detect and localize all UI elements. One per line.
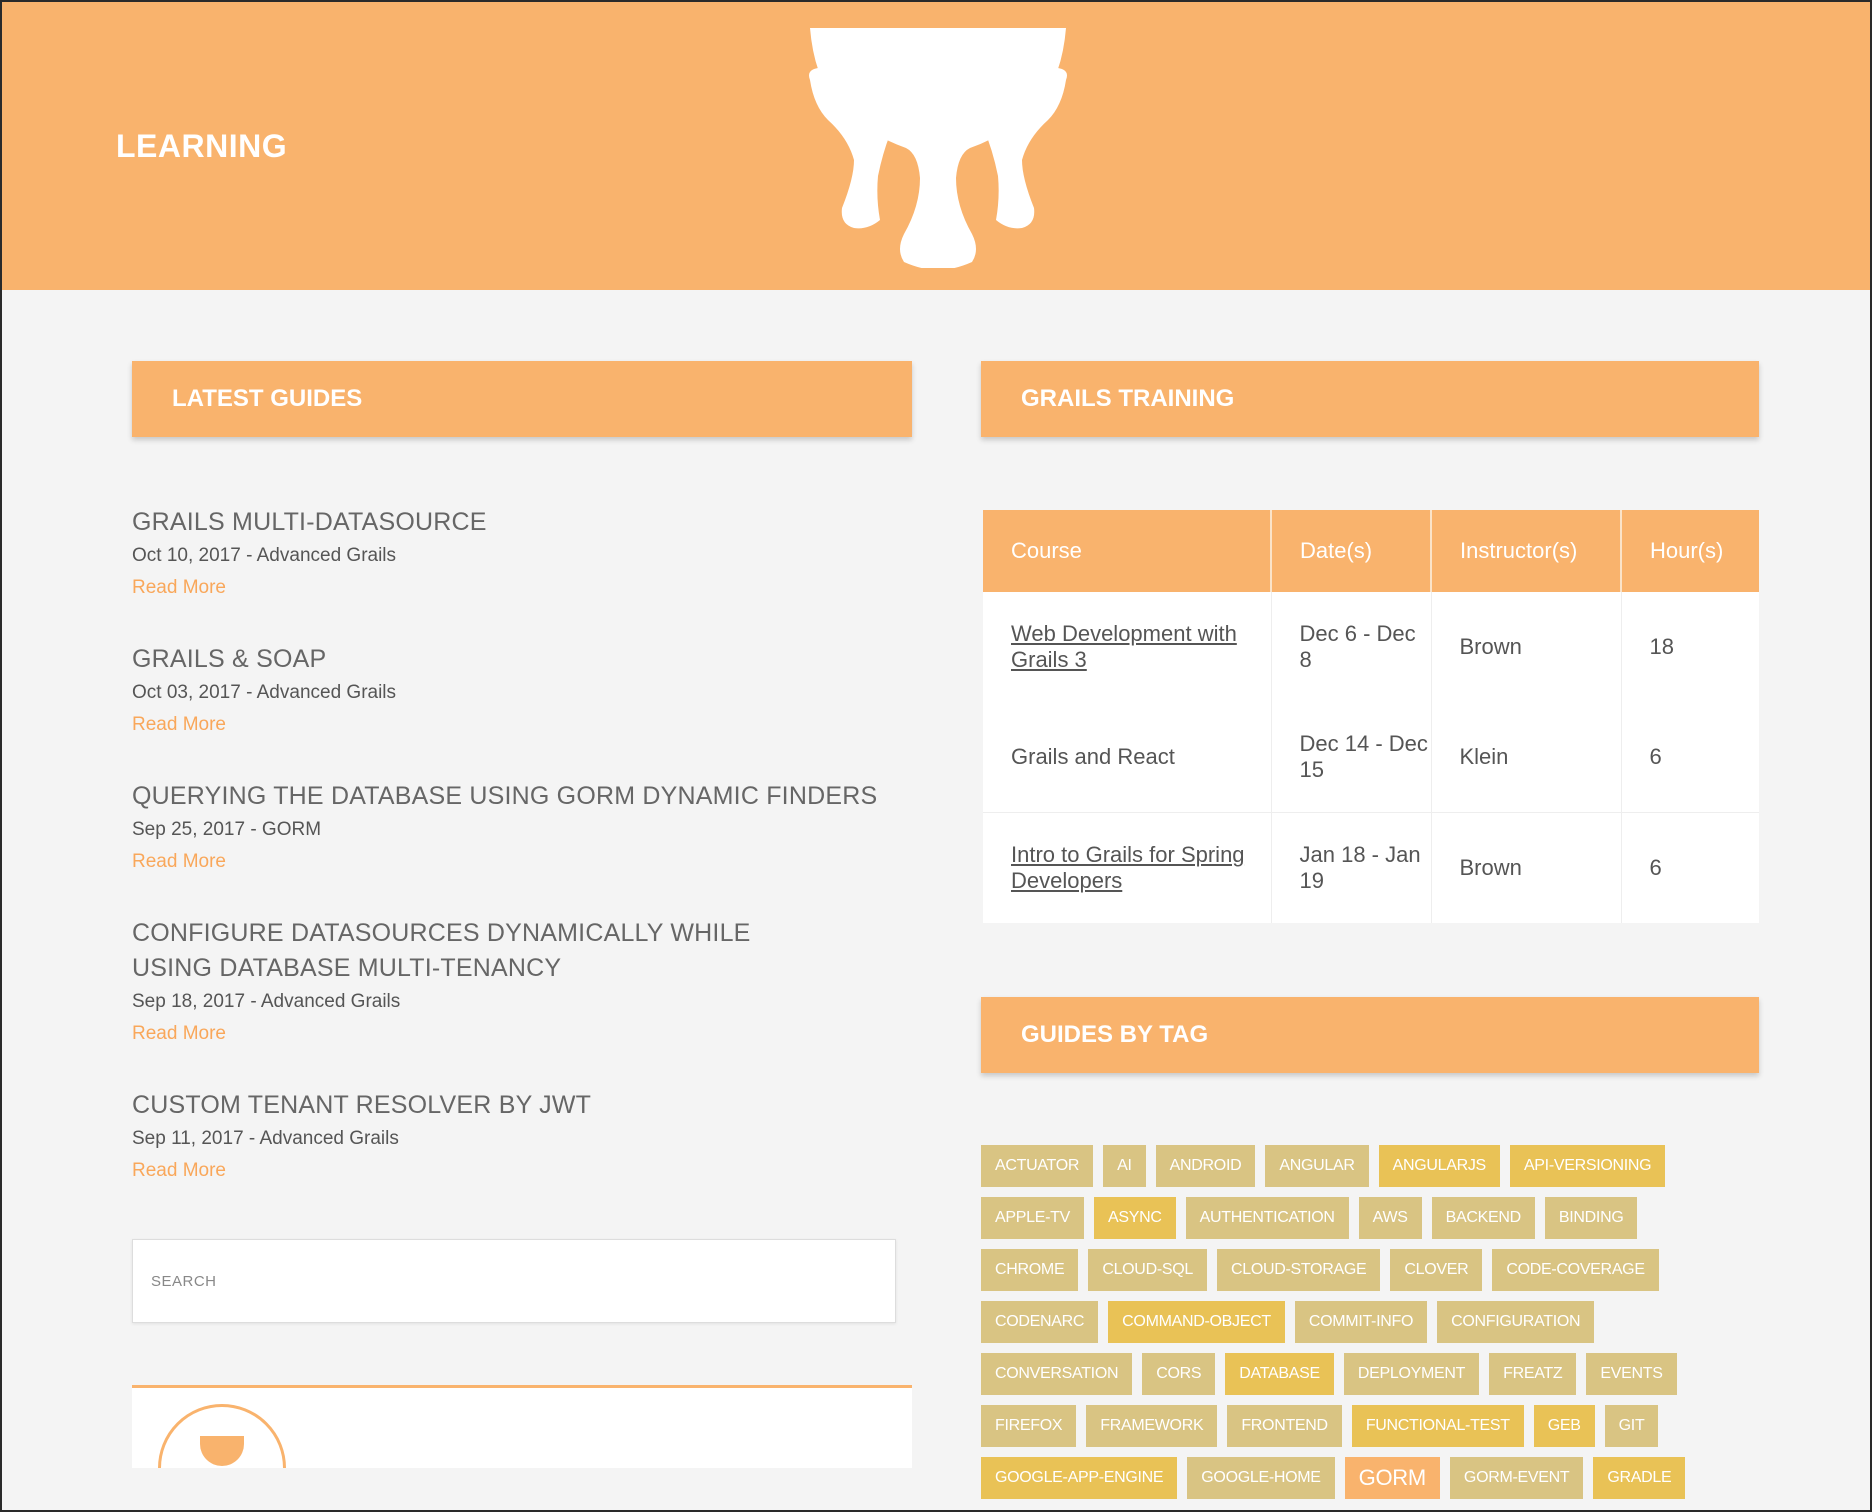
tag-authentication[interactable]: AUTHENTICATION <box>1185 1197 1349 1239</box>
instructor-cell: Klein <box>1431 702 1622 813</box>
table-row: Web Development with Grails 3 Dec 6 - De… <box>983 592 1759 702</box>
tag-git[interactable]: GIT <box>1604 1405 1659 1447</box>
read-more-link[interactable]: Read More <box>132 576 226 600</box>
course-cell: Web Development with Grails 3 <box>983 592 1272 702</box>
tag-google-app-engine[interactable]: GOOGLE-APP-ENGINE <box>981 1457 1178 1499</box>
hours-cell: 18 <box>1649 634 1674 659</box>
tag-command-object[interactable]: COMMAND-OBJECT <box>1108 1301 1285 1343</box>
search-input[interactable] <box>149 1271 895 1291</box>
column-header-course: Course <box>983 510 1272 592</box>
course-link[interactable]: Web Development with Grails 3 <box>1011 621 1237 672</box>
tag-clover[interactable]: CLOVER <box>1390 1249 1483 1291</box>
right-column: GRAILS TRAINING Course Date(s) Instructo… <box>981 361 1759 1509</box>
tag-angular[interactable]: ANGULAR <box>1265 1145 1369 1187</box>
tag-database[interactable]: DATABASE <box>1225 1353 1334 1395</box>
tag-gorm-event[interactable]: GORM-EVENT <box>1449 1457 1584 1499</box>
guide-title[interactable]: CONFIGURE DATASOURCES DYNAMICALLY WHILE … <box>132 916 832 986</box>
guide-meta: Sep 11, 2017 - Advanced Grails <box>132 1128 399 1149</box>
guide-item: CONFIGURE DATASOURCES DYNAMICALLY WHILE … <box>132 916 912 1046</box>
tag-functional-test[interactable]: FUNCTIONAL-TEST <box>1351 1405 1524 1447</box>
course-cell: Intro to Grails for Spring Developers <box>983 812 1272 923</box>
guide-item: GRAILS & SOAP Oct 03, 2017 - Advanced Gr… <box>132 642 912 737</box>
training-table: Course Date(s) Instructor(s) Hour(s) Web… <box>983 510 1759 923</box>
guides-by-tag-header: GUIDES BY TAG <box>981 997 1759 1073</box>
tag-angularjs[interactable]: ANGULARJS <box>1378 1145 1500 1187</box>
tag-codenarc[interactable]: CODENARC <box>981 1301 1099 1343</box>
tag-geb[interactable]: GEB <box>1533 1405 1595 1447</box>
tag-firefox[interactable]: FIREFOX <box>981 1405 1077 1447</box>
guide-meta: Oct 10, 2017 - Advanced Grails <box>132 545 397 566</box>
tag-events[interactable]: EVENTS <box>1586 1353 1677 1395</box>
tag-android[interactable]: ANDROID <box>1155 1145 1256 1187</box>
tag-google-home[interactable]: GOOGLE-HOME <box>1187 1457 1335 1499</box>
guide-item: CUSTOM TENANT RESOLVER BY JWT Sep 11, 20… <box>132 1088 912 1183</box>
hours-cell: 6 <box>1649 744 1662 769</box>
column-header-dates: Date(s) <box>1271 510 1432 592</box>
tag-apple-tv[interactable]: APPLE-TV <box>981 1197 1084 1239</box>
tag-freatz[interactable]: FREATZ <box>1489 1353 1577 1395</box>
guides-list: GRAILS MULTI-DATASOURCE Oct 10, 2017 - A… <box>132 505 912 1183</box>
tag-configuration[interactable]: CONFIGURATION <box>1437 1301 1595 1343</box>
page-header: LEARNING <box>0 0 1872 290</box>
tag-gorm[interactable]: GORM <box>1344 1457 1440 1499</box>
grails-logo-icon <box>809 28 1067 268</box>
tag-commit-info[interactable]: COMMIT-INFO <box>1294 1301 1428 1343</box>
guide-title[interactable]: CUSTOM TENANT RESOLVER BY JWT <box>132 1088 912 1123</box>
instructor-cell: Brown <box>1431 592 1622 702</box>
read-more-link[interactable]: Read More <box>132 850 226 874</box>
tag-frontend[interactable]: FRONTEND <box>1227 1405 1342 1447</box>
read-more-link[interactable]: Read More <box>132 1159 226 1183</box>
course-link[interactable]: Intro to Grails for Spring Developers <box>1011 842 1245 893</box>
tag-cloud-sql[interactable]: CLOUD-SQL <box>1088 1249 1207 1291</box>
tag-code-coverage[interactable]: CODE-COVERAGE <box>1492 1249 1659 1291</box>
promo-card <box>132 1385 912 1468</box>
tag-chrome[interactable]: CHROME <box>981 1249 1079 1291</box>
table-row: Grails and React Dec 14 - Dec 15 Klein 6 <box>983 702 1759 813</box>
dates-cell: Dec 6 - Dec 8 <box>1271 592 1432 702</box>
instructor-cell: Brown <box>1431 812 1622 923</box>
tag-deployment[interactable]: DEPLOYMENT <box>1343 1353 1480 1395</box>
tag-async[interactable]: ASYNC <box>1093 1197 1176 1239</box>
guide-title[interactable]: QUERYING THE DATABASE USING GORM DYNAMIC… <box>132 779 912 814</box>
guide-meta: Sep 18, 2017 - Advanced Grails <box>132 991 401 1012</box>
tags-section: GUIDES BY TAG ACTUATOR AI ANDROID ANGULA… <box>981 997 1759 1509</box>
guide-title[interactable]: GRAILS & SOAP <box>132 642 912 677</box>
page-title: LEARNING <box>116 128 288 164</box>
tag-api-versioning[interactable]: API-VERSIONING <box>1509 1145 1666 1187</box>
read-more-link[interactable]: Read More <box>132 713 226 737</box>
column-header-instructors: Instructor(s) <box>1431 510 1622 592</box>
hours-cell: 6 <box>1621 812 1759 923</box>
search-box <box>132 1239 896 1323</box>
tag-conversation[interactable]: CONVERSATION <box>981 1353 1133 1395</box>
tag-actuator[interactable]: ACTUATOR <box>981 1145 1094 1187</box>
latest-guides-header: LATEST GUIDES <box>132 361 912 437</box>
grails-training-header: GRAILS TRAINING <box>981 361 1759 437</box>
read-more-link[interactable]: Read More <box>132 1022 226 1046</box>
tag-gradle[interactable]: GRADLE <box>1593 1457 1686 1499</box>
tag-binding[interactable]: BINDING <box>1544 1197 1638 1239</box>
column-header-hours: Hour(s) <box>1621 510 1759 592</box>
tag-backend[interactable]: BACKEND <box>1431 1197 1535 1239</box>
tag-cloud: ACTUATOR AI ANDROID ANGULAR ANGULARJS AP… <box>981 1145 1741 1509</box>
table-header-row: Course Date(s) Instructor(s) Hour(s) <box>983 510 1759 592</box>
tag-framework[interactable]: FRAMEWORK <box>1086 1405 1218 1447</box>
course-cell: Grails and React <box>983 702 1272 813</box>
guide-title[interactable]: GRAILS MULTI-DATASOURCE <box>132 505 912 540</box>
guide-item: GRAILS MULTI-DATASOURCE Oct 10, 2017 - A… <box>132 505 912 600</box>
guide-meta: Sep 25, 2017 - GORM <box>132 819 322 840</box>
tag-cors[interactable]: CORS <box>1142 1353 1216 1395</box>
left-column: LATEST GUIDES GRAILS MULTI-DATASOURCE Oc… <box>132 361 912 1468</box>
table-row: Intro to Grails for Spring Developers Ja… <box>983 812 1759 923</box>
tag-ai[interactable]: AI <box>1103 1145 1146 1187</box>
guide-item: QUERYING THE DATABASE USING GORM DYNAMIC… <box>132 779 912 874</box>
tag-aws[interactable]: AWS <box>1358 1197 1422 1239</box>
guide-meta: Oct 03, 2017 - Advanced Grails <box>132 682 397 703</box>
dates-cell: Jan 18 - Jan 19 <box>1271 812 1432 923</box>
dates-cell: Dec 14 - Dec 15 <box>1271 702 1432 813</box>
tag-cloud-storage[interactable]: CLOUD-STORAGE <box>1216 1249 1381 1291</box>
